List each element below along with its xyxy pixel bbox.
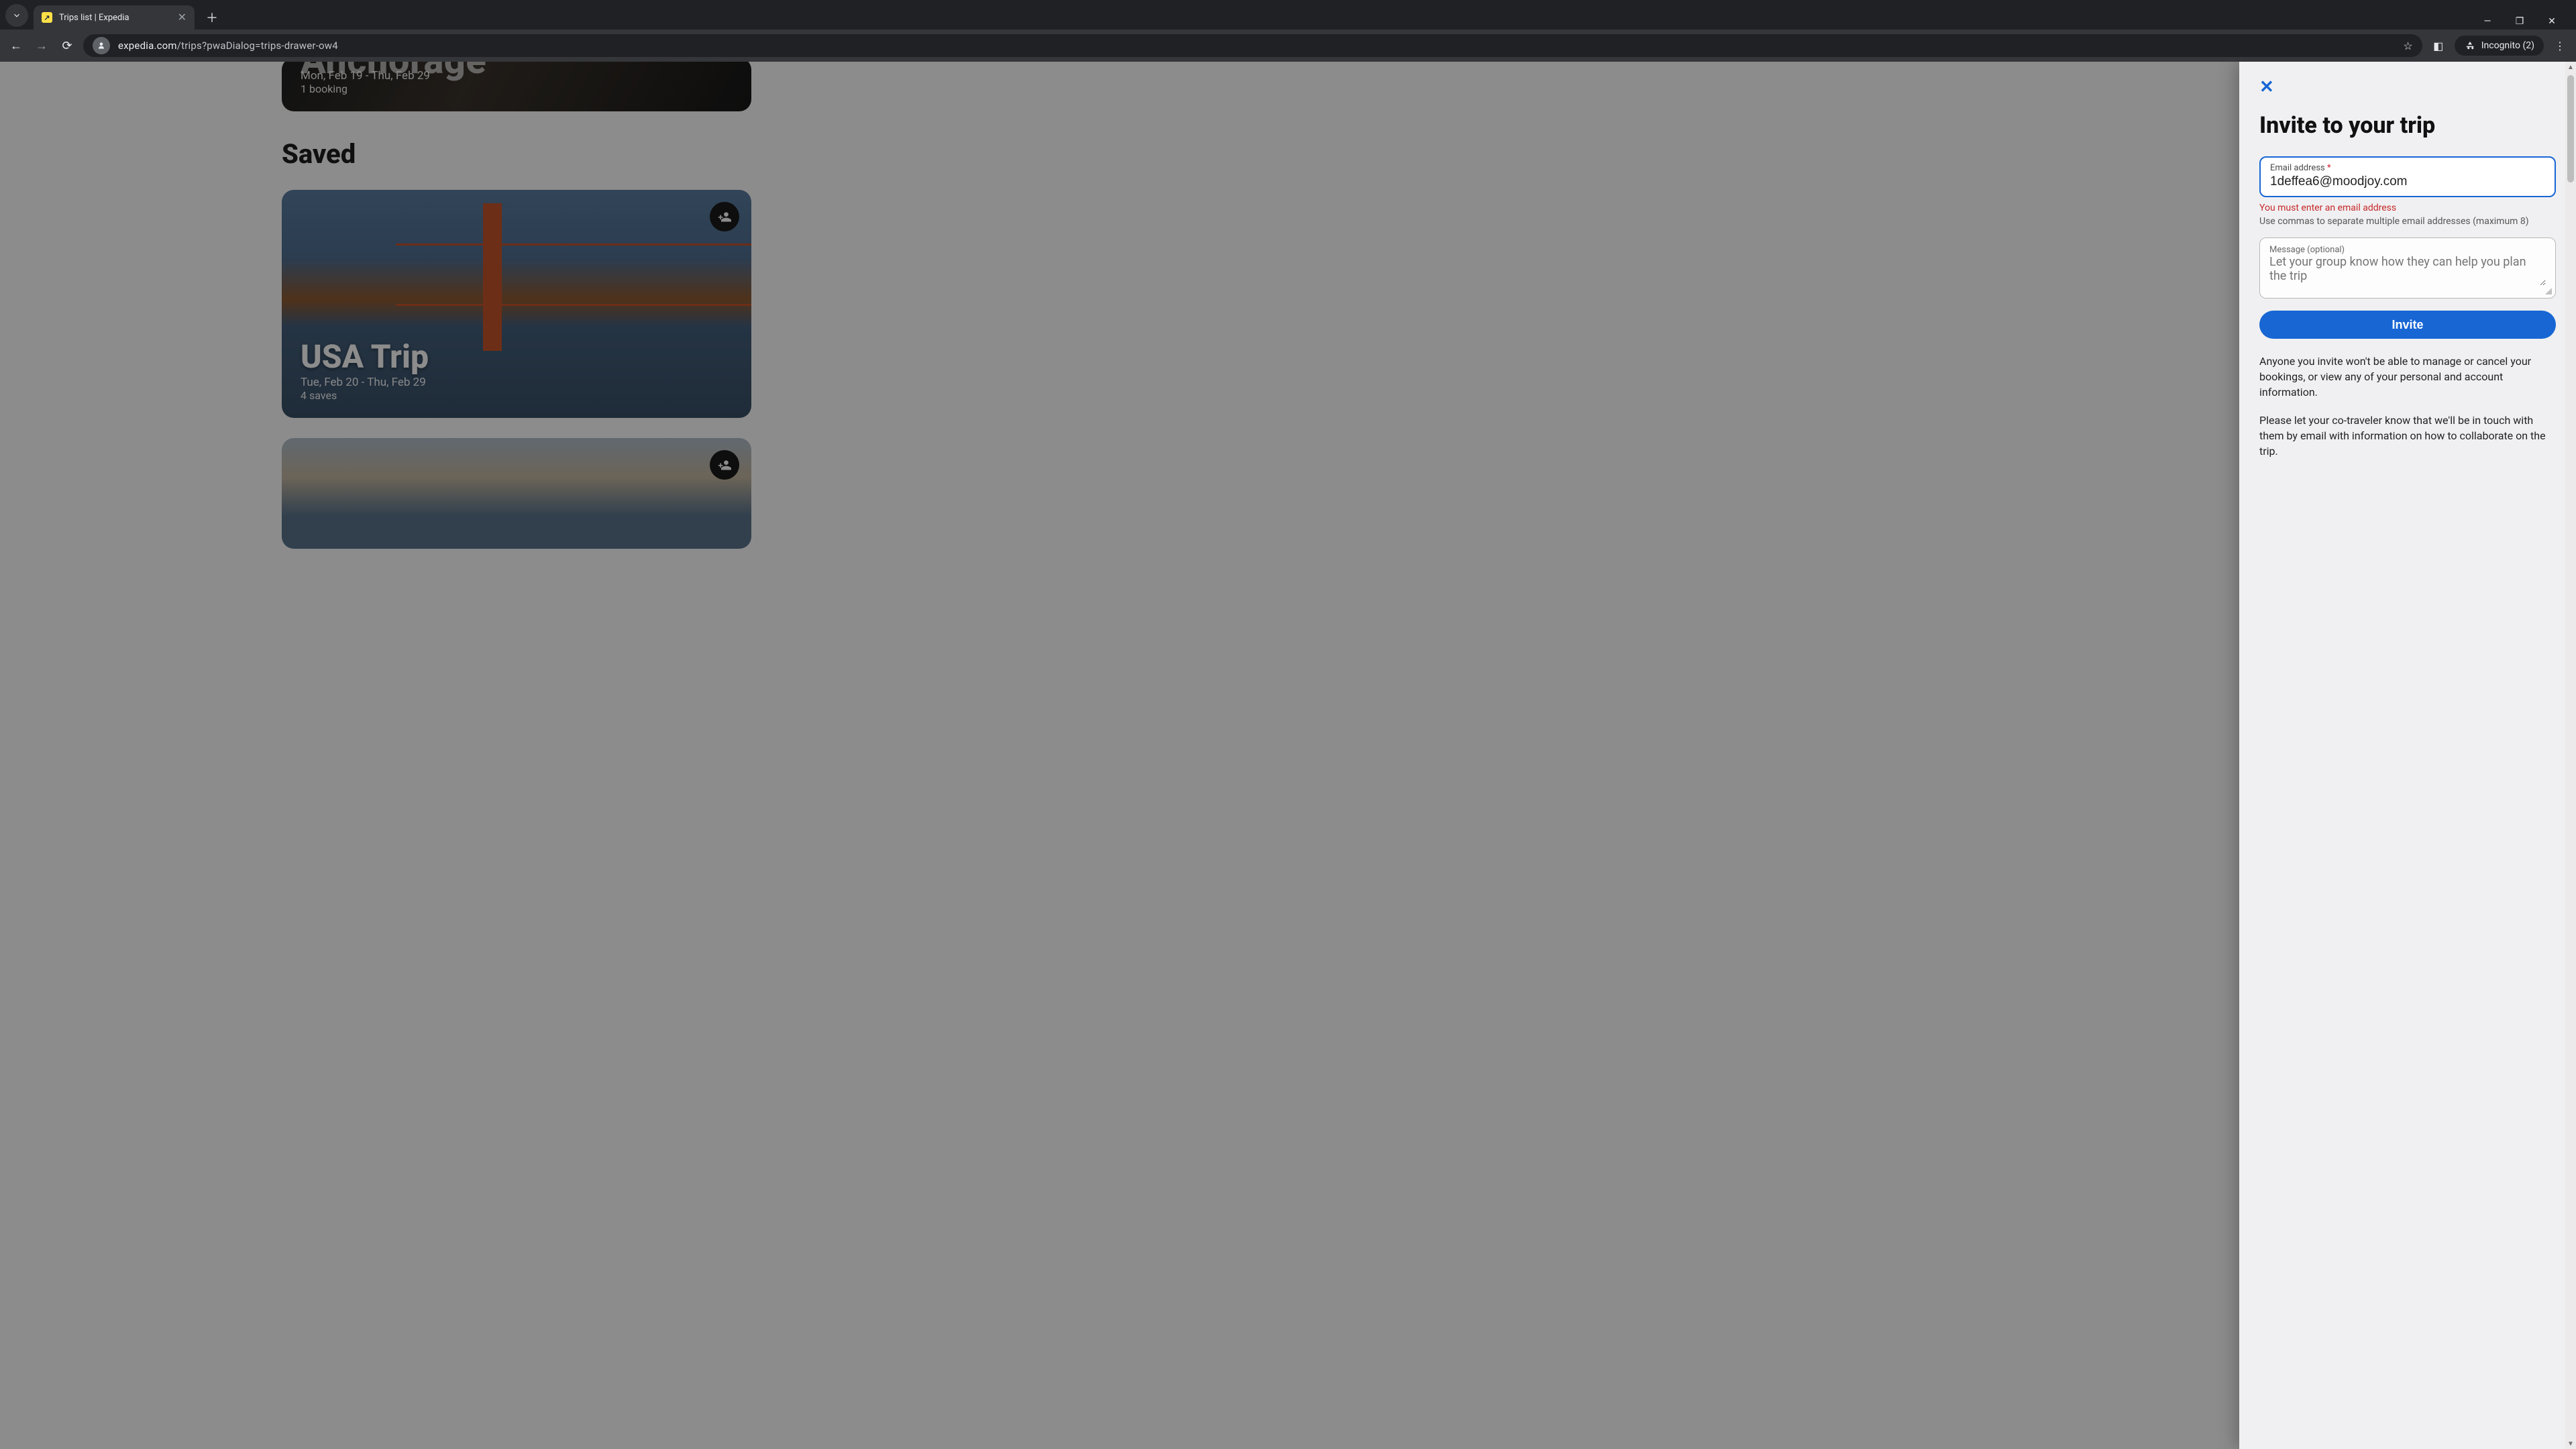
drawer-title: Invite to your trip [2259, 112, 2556, 139]
saved-count: 4 saves [301, 389, 733, 402]
message-field[interactable]: Message (optional) [2259, 237, 2556, 299]
saved-heading: Saved [282, 138, 751, 170]
email-input[interactable] [2270, 173, 2545, 189]
side-panel-button[interactable]: ◧ [2429, 40, 2448, 52]
invite-drawer: ✕ Invite to your trip Email address * Yo… [2239, 62, 2576, 1449]
trip-bookings: 1 booking [301, 83, 733, 95]
drawer-close-button[interactable]: ✕ [2259, 76, 2274, 97]
invite-people-button[interactable] [710, 450, 739, 480]
window-minimize-button[interactable]: — [2478, 16, 2497, 27]
browser-toolbar: ← → ⟳ expedia.com/trips?pwaDialog=trips-… [0, 30, 2576, 62]
trip-dates: Mon, Feb 19 - Thu, Feb 29 [301, 69, 733, 83]
url-text: expedia.com/trips?pwaDialog=trips-drawer… [118, 40, 2395, 52]
invite-button[interactable]: Invite [2259, 311, 2556, 339]
tab-close-button[interactable]: ✕ [178, 12, 186, 23]
vertical-scrollbar[interactable]: ▲ ▼ [2565, 62, 2576, 1449]
favicon-icon: ↗ [42, 12, 52, 23]
address-bar[interactable]: expedia.com/trips?pwaDialog=trips-drawer… [83, 34, 2422, 57]
trip-card-anchorage[interactable]: Anchorage Mon, Feb 19 - Thu, Feb 29 1 bo… [282, 62, 751, 111]
scroll-up-arrow[interactable]: ▲ [2565, 62, 2576, 72]
incognito-label: Incognito (2) [2481, 40, 2534, 51]
email-field[interactable]: Email address * [2259, 156, 2556, 197]
disclaimer-2: Please let your co-traveler know that we… [2259, 413, 2556, 460]
golden-gate-decoration [483, 203, 502, 351]
email-label-text: Email address [2270, 163, 2325, 173]
reload-button[interactable]: ⟳ [58, 39, 76, 53]
incognito-indicator[interactable]: Incognito (2) [2455, 36, 2544, 56]
tab-search-button[interactable] [5, 4, 28, 27]
person-add-icon [718, 458, 731, 472]
email-label: Email address * [2270, 163, 2545, 173]
email-hint: Use commas to separate multiple email ad… [2259, 216, 2556, 227]
trips-page: Anchorage Mon, Feb 19 - Thu, Feb 29 1 bo… [0, 62, 2576, 1449]
saved-card-secondary[interactable] [282, 438, 751, 549]
bookmark-star-icon[interactable]: ☆ [2403, 40, 2412, 52]
content-column: Anchorage Mon, Feb 19 - Thu, Feb 29 1 bo… [282, 62, 751, 549]
scroll-thumb[interactable] [2567, 75, 2574, 182]
disclaimer-1: Anyone you invite won't be able to manag… [2259, 354, 2556, 400]
tab-title: Trips list | Expedia [59, 13, 171, 23]
scroll-down-arrow[interactable]: ▼ [2565, 1438, 2576, 1449]
window-close-button[interactable]: ✕ [2542, 16, 2561, 27]
person-add-icon [718, 210, 731, 223]
invite-people-button[interactable] [710, 202, 739, 231]
window-controls: — ❐ ✕ [2478, 16, 2571, 30]
trip-title: Anchorage [301, 62, 733, 68]
tab-strip: ↗ Trips list | Expedia ✕ ＋ — ❐ ✕ [0, 0, 2576, 30]
forward-button[interactable]: → [32, 39, 51, 53]
back-button[interactable]: ← [7, 39, 25, 53]
url-host: expedia.com [118, 40, 177, 52]
browser-window: ↗ Trips list | Expedia ✕ ＋ — ❐ ✕ ← → ⟳ e… [0, 0, 2576, 1449]
incognito-icon [2464, 40, 2476, 52]
browser-tab[interactable]: ↗ Trips list | Expedia ✕ [34, 5, 195, 30]
url-path: /trips?pwaDialog=trips-drawer-ow4 [177, 40, 338, 52]
new-tab-button[interactable]: ＋ [203, 8, 221, 27]
browser-menu-button[interactable]: ⋮ [2551, 40, 2569, 52]
saved-title: USA Trip [301, 337, 733, 376]
message-input[interactable] [2269, 255, 2546, 286]
site-info-icon[interactable] [93, 37, 110, 54]
page-viewport: Anchorage Mon, Feb 19 - Thu, Feb 29 1 bo… [0, 62, 2576, 1449]
window-maximize-button[interactable]: ❐ [2510, 16, 2529, 27]
saved-card-usa-trip[interactable]: USA Trip Tue, Feb 20 - Thu, Feb 29 4 sav… [282, 190, 751, 418]
message-label: Message (optional) [2269, 245, 2546, 255]
saved-dates: Tue, Feb 20 - Thu, Feb 29 [301, 376, 733, 389]
email-error: You must enter an email address [2259, 203, 2556, 213]
required-asterisk: * [2327, 163, 2331, 173]
